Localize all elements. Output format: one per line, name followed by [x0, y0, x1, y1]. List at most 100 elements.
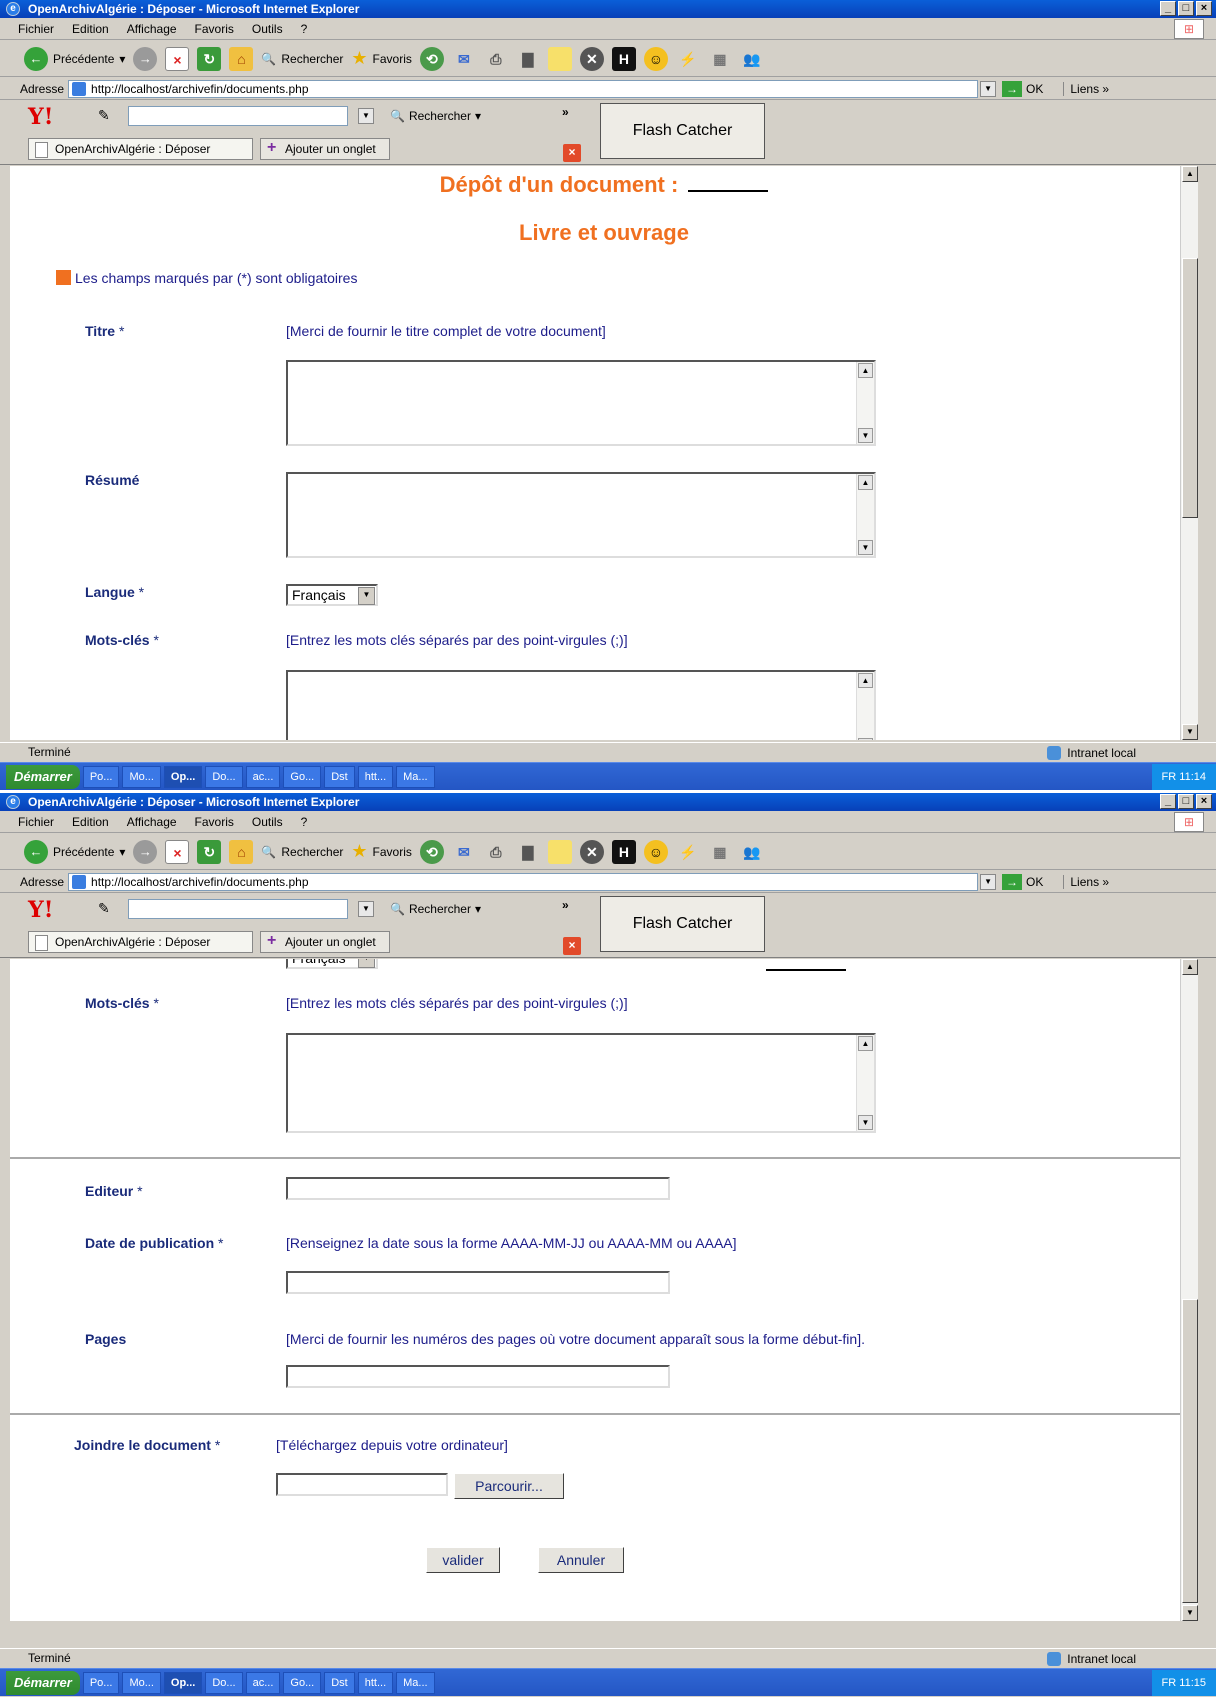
stop-icon[interactable]: ×: [165, 839, 190, 864]
favorites-button[interactable]: ★ Favoris: [351, 48, 411, 69]
minimize-button[interactable]: _: [1160, 794, 1176, 809]
mots-cles-textarea[interactable]: ▲▼: [286, 670, 876, 740]
address-input[interactable]: http://localhost/archivefin/documents.ph…: [68, 79, 979, 98]
yahoo-logo-icon[interactable]: Y!: [28, 897, 53, 923]
mail-icon[interactable]: ✉: [452, 840, 476, 864]
address-dropdown-icon[interactable]: ▼: [980, 873, 997, 890]
media-icon[interactable]: ▦: [708, 840, 732, 864]
toolbar-more-chevron[interactable]: »: [562, 898, 569, 912]
scroll-up-icon[interactable]: ▲: [1182, 959, 1198, 975]
smiley-icon[interactable]: ☺: [643, 46, 668, 71]
home-icon[interactable]: ⌂: [229, 46, 254, 71]
task-item[interactable]: htt...: [357, 765, 394, 788]
task-item[interactable]: Po...: [82, 1671, 120, 1694]
back-button[interactable]: ← Précédente ▾: [24, 46, 125, 71]
task-item[interactable]: Op...: [163, 1671, 203, 1694]
task-item[interactable]: Go...: [283, 1671, 322, 1694]
pencil-icon[interactable]: ✎: [98, 900, 110, 917]
task-item[interactable]: Ma...: [396, 1671, 435, 1694]
scroll-down-icon[interactable]: ▼: [1182, 1605, 1198, 1621]
links-button[interactable]: Liens »: [1063, 874, 1109, 889]
menu-favoris[interactable]: Favoris: [195, 815, 234, 829]
task-item[interactable]: Go...: [283, 765, 322, 788]
mots-cles-textarea[interactable]: ▲▼: [286, 1033, 876, 1133]
stop-icon[interactable]: ×: [165, 46, 190, 71]
pages-input[interactable]: [286, 1365, 670, 1388]
close-button[interactable]: ×: [1196, 794, 1212, 809]
lightning-icon[interactable]: ⚡: [676, 840, 700, 864]
print-icon[interactable]: ⎙: [484, 840, 508, 864]
task-item[interactable]: Mo...: [122, 765, 161, 788]
submit-button[interactable]: valider: [426, 1547, 500, 1573]
home-icon[interactable]: ⌂: [229, 839, 254, 864]
tab-openarchiv[interactable]: OpenArchivAlgérie : Déposer: [28, 931, 253, 953]
messenger-icon[interactable]: 👥: [740, 47, 764, 71]
editeur-input[interactable]: [286, 1177, 670, 1200]
mail-icon[interactable]: ✉: [452, 47, 476, 71]
task-item[interactable]: Op...: [163, 765, 203, 788]
menu-edition[interactable]: Edition: [72, 815, 109, 829]
close-tab-icon[interactable]: ×: [563, 144, 581, 162]
yahoo-search-input[interactable]: [128, 106, 348, 126]
note-icon[interactable]: [547, 839, 572, 864]
x-circle-icon[interactable]: ✕: [579, 839, 604, 864]
maximize-button[interactable]: □: [1178, 1, 1194, 16]
yahoo-search-dropdown-icon[interactable]: ▼: [358, 901, 374, 917]
browse-button[interactable]: Parcourir...: [454, 1473, 564, 1499]
media-icon[interactable]: ▦: [708, 47, 732, 71]
task-item[interactable]: ac...: [245, 765, 281, 788]
edit-icon[interactable]: ▇: [516, 47, 540, 71]
back-button[interactable]: ← Précédente ▾: [24, 839, 125, 864]
pencil-icon[interactable]: ✎: [98, 107, 110, 124]
links-button[interactable]: Liens »: [1063, 81, 1109, 96]
task-item[interactable]: Dst: [324, 1671, 355, 1694]
scroll-up-icon[interactable]: ▲: [1182, 166, 1198, 182]
task-item[interactable]: Do...: [205, 765, 243, 788]
langue-select[interactable]: Français: [286, 959, 378, 969]
task-item[interactable]: Dst: [324, 765, 355, 788]
menu-help[interactable]: ?: [301, 22, 308, 36]
yahoo-search-input[interactable]: [128, 899, 348, 919]
search-button[interactable]: 🔍 Rechercher: [261, 845, 343, 859]
menu-affichage[interactable]: Affichage: [127, 22, 177, 36]
refresh-icon[interactable]: ↻: [197, 46, 222, 71]
new-tab-button[interactable]: Ajouter un onglet: [260, 138, 390, 160]
forward-button[interactable]: →: [133, 46, 158, 71]
close-tab-icon[interactable]: ×: [563, 937, 581, 955]
menu-fichier[interactable]: Fichier: [18, 815, 54, 829]
tab-openarchiv[interactable]: OpenArchivAlgérie : Déposer: [28, 138, 253, 160]
date-input[interactable]: [286, 1271, 670, 1294]
smiley-icon[interactable]: ☺: [643, 839, 668, 864]
note-icon[interactable]: [547, 46, 572, 71]
menu-outils[interactable]: Outils: [252, 22, 283, 36]
maximize-button[interactable]: □: [1178, 794, 1194, 809]
task-item[interactable]: Mo...: [122, 1671, 161, 1694]
minimize-button[interactable]: _: [1160, 1, 1176, 16]
go-button[interactable]: → OK: [1002, 80, 1043, 97]
textarea-scrollbar[interactable]: ▲▼: [856, 362, 874, 444]
langue-select[interactable]: Français: [286, 584, 378, 606]
x-circle-icon[interactable]: ✕: [579, 46, 604, 71]
menu-affichage[interactable]: Affichage: [127, 815, 177, 829]
cancel-button[interactable]: Annuler: [538, 1547, 624, 1573]
resume-textarea[interactable]: ▲ ▼: [286, 472, 876, 558]
menu-fichier[interactable]: Fichier: [18, 22, 54, 36]
scroll-thumb[interactable]: [1182, 1299, 1198, 1603]
history-icon[interactable]: ⟲: [419, 839, 444, 864]
task-item[interactable]: Do...: [205, 1671, 243, 1694]
go-button[interactable]: → OK: [1002, 873, 1043, 890]
toolbar-more-chevron[interactable]: »: [562, 105, 569, 119]
yahoo-search-dropdown-icon[interactable]: ▼: [358, 108, 374, 124]
address-dropdown-icon[interactable]: ▼: [980, 80, 997, 97]
start-button[interactable]: Démarrer: [6, 1670, 80, 1695]
file-input[interactable]: [276, 1473, 448, 1496]
print-icon[interactable]: ⎙: [484, 47, 508, 71]
menu-favoris[interactable]: Favoris: [195, 22, 234, 36]
scroll-thumb[interactable]: [1182, 258, 1198, 518]
menu-edition[interactable]: Edition: [72, 22, 109, 36]
titre-textarea[interactable]: ▲ ▼: [286, 360, 876, 446]
textarea-scrollbar[interactable]: ▲▼: [856, 1035, 874, 1131]
history-icon[interactable]: ⟲: [419, 46, 444, 71]
task-item[interactable]: ac...: [245, 1671, 281, 1694]
yahoo-search-button[interactable]: 🔍 Rechercher ▾: [390, 899, 481, 919]
